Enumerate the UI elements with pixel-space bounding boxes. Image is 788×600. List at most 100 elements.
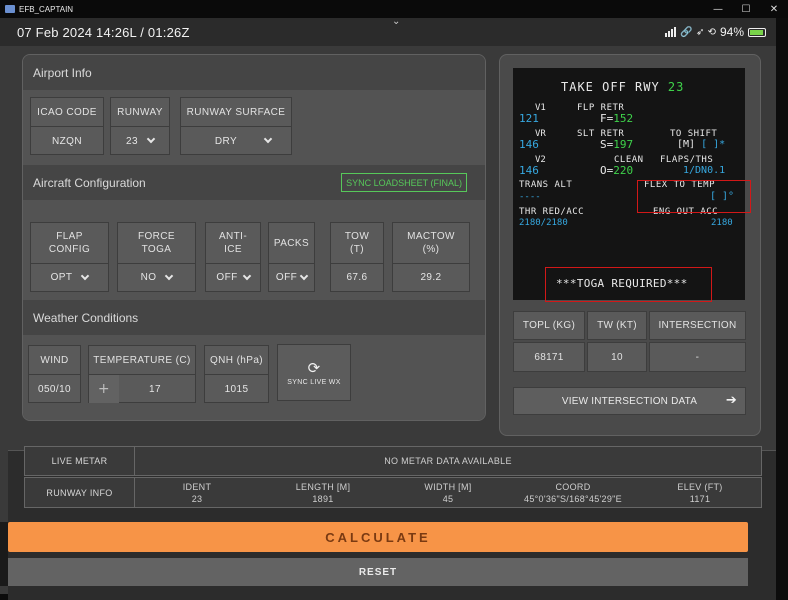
clean-prefix: O=: [600, 164, 614, 177]
chevron-down-icon[interactable]: [263, 134, 273, 144]
eng-out-acc-value[interactable]: 2180: [711, 218, 733, 229]
chevron-down-icon[interactable]: [242, 271, 251, 280]
reset-button[interactable]: RESET: [8, 558, 748, 586]
chevron-down-icon[interactable]: [81, 271, 90, 280]
coord-value: 45°0'36"S/168°45'29"E: [524, 493, 622, 504]
tow-field[interactable]: TOW (T) 67.6: [330, 222, 384, 292]
ident-column: IDENT 23: [167, 478, 227, 507]
topl-label: TOPL (KG): [513, 311, 585, 340]
tow-value[interactable]: 67.6: [331, 264, 383, 291]
temperature-value[interactable]: 17: [149, 384, 161, 395]
sync-loadsheet-button[interactable]: SYNC LOADSHEET (FINAL): [341, 173, 467, 192]
battery-icon: [748, 27, 766, 37]
qnh-field[interactable]: QNH (hPa) 1015: [204, 345, 269, 403]
view-intersection-data-button[interactable]: VIEW INTERSECTION DATA ➔: [513, 387, 746, 415]
plus-minus-toggle[interactable]: +: [89, 375, 119, 403]
force-toga-select[interactable]: FORCE TOGA NO: [117, 222, 196, 292]
aircraft-config-section: FLAP CONFIG OPT FORCE TOGA NO ANTI- ICE OFF…: [23, 200, 485, 300]
ident-label: IDENT: [182, 481, 212, 492]
runway-surface-value[interactable]: DRY: [215, 136, 237, 147]
tablet-frame: 07 Feb 2024 14:26L / 01:26Z ⌄ 🔗 ➶ ⟲ 94% …: [0, 16, 788, 600]
runway-value[interactable]: 23: [126, 136, 138, 147]
packs-value[interactable]: OFF: [276, 272, 297, 283]
mactow-field[interactable]: MACTOW (%) 29.2: [392, 222, 470, 292]
qnh-value[interactable]: 1015: [205, 375, 268, 403]
thr-red-acc-label: THR RED/ACC: [519, 207, 585, 217]
packs-select[interactable]: PACKS OFF: [268, 222, 315, 292]
thr-red-acc-value[interactable]: 2180/2180: [519, 218, 568, 229]
to-shift-field[interactable]: [ ]*: [701, 139, 725, 150]
performance-input-panel: Airport Info ICAO CODE NZQN RUNWAY 23 RU…: [22, 54, 486, 421]
runway-surface-select[interactable]: RUNWAY SURFACE DRY: [180, 97, 292, 155]
minimize-button[interactable]: —: [704, 4, 732, 15]
elev-label: ELEV (FT): [677, 481, 723, 492]
icao-code-value[interactable]: NZQN: [31, 127, 103, 155]
calculate-button[interactable]: CALCULATE: [8, 522, 748, 552]
ident-value: 23: [191, 493, 203, 504]
flaps-ths-value[interactable]: 1/DN0.1: [683, 165, 725, 176]
status-icons: 🔗 ➶ ⟲: [680, 26, 716, 38]
mcdu-title: TAKE OFF RWY 23: [561, 80, 684, 94]
weather-header: Weather Conditions: [23, 300, 485, 335]
chevron-down-icon[interactable]: [146, 134, 156, 144]
flp-retr-speed: 152: [613, 112, 634, 125]
mactow-label-line2: (%): [422, 244, 440, 255]
anti-ice-label: ANTI- ICE: [206, 223, 260, 264]
v1-value[interactable]: 121: [519, 113, 539, 124]
runway-surface-label: RUNWAY SURFACE: [181, 98, 291, 127]
wind-field[interactable]: WIND 050/10: [28, 345, 81, 403]
date-time: 07 Feb 2024 14:26L / 01:26Z: [17, 24, 190, 40]
toga-label-line1: FORCE: [138, 231, 175, 242]
slt-retr-value: S=197: [600, 139, 633, 150]
signal-icon: [665, 27, 677, 37]
mactow-label: MACTOW (%): [393, 223, 469, 264]
coord-column: COORD 45°0'36"S/168°45'29"E: [503, 478, 643, 507]
anti-ice-value[interactable]: OFF: [216, 272, 237, 283]
mactow-label-line1: MACTOW: [407, 231, 455, 242]
status-bar: 07 Feb 2024 14:26L / 01:26Z ⌄ 🔗 ➶ ⟲ 94%: [0, 16, 776, 46]
force-toga-value[interactable]: NO: [141, 272, 157, 283]
intersection-label: INTERSECTION: [649, 311, 746, 340]
arrow-right-icon: ➔: [725, 393, 737, 408]
flap-label-line2: CONFIG: [48, 244, 91, 255]
close-button[interactable]: ✕: [760, 4, 788, 15]
runway-info-label: RUNWAY INFO: [25, 478, 135, 507]
airport-info-header: Airport Info: [23, 55, 485, 90]
elev-value: 1171: [689, 493, 711, 504]
flap-label-line1: FLAP: [56, 231, 83, 242]
aircraft-config-title: Aircraft Configuration: [33, 175, 146, 190]
intersection-value: -: [649, 342, 746, 372]
slt-retr-speed: 197: [613, 138, 634, 151]
icao-code-field[interactable]: ICAO CODE NZQN: [30, 97, 104, 155]
flap-config-value[interactable]: OPT: [51, 272, 73, 283]
topl-value: 68171: [513, 342, 585, 372]
vr-value[interactable]: 146: [519, 139, 539, 150]
mactow-value[interactable]: 29.2: [393, 264, 469, 291]
sync-live-wx-label: SYNC LIVE WX: [287, 378, 341, 386]
battery-percent: 94%: [719, 25, 744, 39]
sync-live-wx-button[interactable]: ⟳ SYNC LIVE WX: [277, 344, 351, 401]
maximize-button[interactable]: ☐: [732, 4, 760, 15]
trans-alt-value[interactable]: ----: [519, 192, 541, 203]
elev-column: ELEV (FT) 1171: [665, 478, 735, 507]
wind-value[interactable]: 050/10: [29, 375, 80, 403]
length-column: LENGTH [M] 1891: [283, 478, 363, 507]
packs-label: PACKS: [269, 223, 314, 264]
clean-speed: 220: [613, 164, 634, 177]
temperature-field[interactable]: TEMPERATURE (C) + 17: [88, 345, 196, 403]
chevron-down-icon[interactable]: [165, 271, 174, 280]
clean-value: O=220: [600, 165, 633, 176]
temperature-label: TEMPERATURE (C): [89, 346, 195, 375]
width-value: 45: [442, 493, 454, 504]
chevron-down-icon[interactable]: [299, 271, 309, 280]
pull-down-indicator[interactable]: ⌄: [392, 16, 400, 27]
flap-config-label: FLAP CONFIG: [31, 223, 108, 264]
tow-label: TOW (T): [331, 223, 383, 264]
flap-config-select[interactable]: FLAP CONFIG OPT: [30, 222, 109, 292]
runway-select[interactable]: RUNWAY 23: [110, 97, 170, 155]
airport-info-section: ICAO CODE NZQN RUNWAY 23 RUNWAY SURFACE …: [23, 90, 485, 165]
v2-value[interactable]: 146: [519, 165, 539, 176]
anti-ice-select[interactable]: ANTI- ICE OFF: [205, 222, 261, 292]
mcdu-title-text: TAKE OFF RWY: [561, 80, 668, 94]
to-shift-value[interactable]: [M] [ ]*: [677, 139, 725, 150]
